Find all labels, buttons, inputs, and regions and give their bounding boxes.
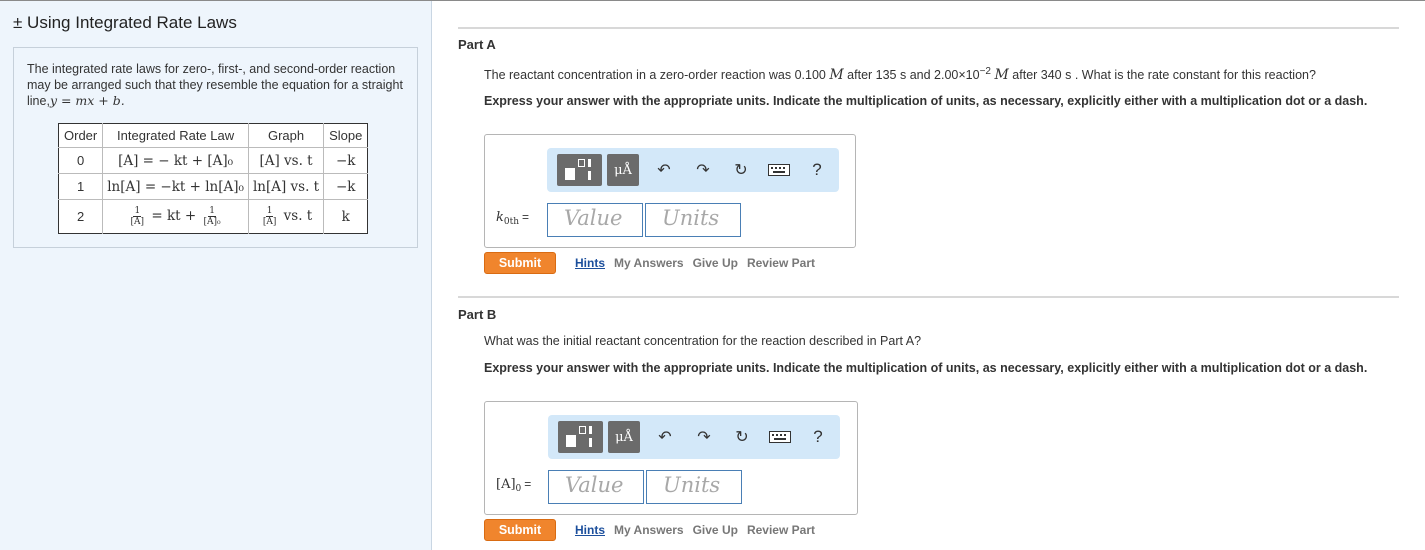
submit-button[interactable]: Submit — [484, 519, 556, 541]
cell-slope: k — [323, 199, 368, 234]
part-a-links: Hints My Answers Give Up Review Part — [575, 256, 824, 270]
cell-law: ln[A] = −kt + ln[A]₀ — [102, 173, 249, 200]
page-title: ± Using Integrated Rate Laws — [13, 13, 237, 32]
cell-order: 0 — [58, 147, 103, 174]
header-graph: Graph — [247, 123, 324, 148]
keyboard-icon[interactable] — [767, 159, 791, 181]
undo-icon[interactable]: ↶ — [653, 426, 677, 448]
part-a-question: The reactant concentration in a zero-ord… — [484, 66, 1316, 84]
table-row: 1 ln[A] = −kt + ln[A]₀ ln[A] vs. t −k — [58, 173, 368, 200]
table-header-row: Order Integrated Rate Law Graph Slope — [58, 123, 368, 148]
part-a-divider — [458, 27, 1399, 29]
cell-slope: −k — [323, 173, 368, 200]
intro-text: The integrated rate laws for zero-, firs… — [27, 62, 403, 108]
keyboard-icon[interactable] — [768, 426, 792, 448]
redo-icon[interactable]: ↷ — [692, 426, 716, 448]
cell-graph: ln[A] vs. t — [247, 173, 324, 200]
header-order: Order — [58, 123, 103, 148]
math-toolbar: μÅ ↶ ↷ ↻ ? — [548, 415, 840, 459]
cell-graph: 1 [A] vs. t — [247, 199, 324, 234]
undo-icon[interactable]: ↶ — [652, 159, 676, 181]
fraction: 1 [A]₀ — [203, 206, 221, 227]
cell-law: 1 [A] = kt + 1 [A]₀ — [102, 199, 249, 234]
part-b-question: What was the initial reactant concentrat… — [484, 334, 922, 348]
math-toolbar: μÅ ↶ ↷ ↻ ? — [547, 148, 839, 192]
hints-link[interactable]: Hints — [575, 523, 605, 537]
part-a-label: Part A — [458, 37, 496, 52]
rate-law-table: Order Integrated Rate Law Graph Slope 0 … — [58, 123, 369, 234]
part-b-instruction: Express your answer with the appropriate… — [484, 361, 1368, 375]
review-part-link[interactable]: Review Part — [747, 256, 815, 270]
table-row: 2 1 [A] = kt + 1 [A]₀ 1 [A] vs. t k — [58, 199, 368, 234]
part-b-label: Part B — [458, 307, 497, 322]
intro-box: The integrated rate laws for zero-, firs… — [13, 47, 418, 248]
cell-order: 2 — [58, 199, 103, 234]
units-input[interactable]: Units — [646, 470, 742, 504]
line-equation: y = mx + b. — [49, 93, 125, 108]
submit-button[interactable]: Submit — [484, 252, 556, 274]
fraction: 1 [A] — [130, 206, 145, 227]
cell-slope: −k — [323, 147, 368, 174]
header-slope: Slope — [323, 123, 368, 148]
reset-icon[interactable]: ↻ — [730, 426, 754, 448]
give-up-link[interactable]: Give Up — [693, 523, 738, 537]
answer-label: k0th = — [496, 210, 530, 227]
my-answers-link[interactable]: My Answers — [614, 256, 684, 270]
units-input[interactable]: Units — [645, 203, 741, 237]
part-b-answer-box: μÅ ↶ ↷ ↻ ? [A]0 = Value Units — [484, 401, 858, 515]
part-b-links: Hints My Answers Give Up Review Part — [575, 523, 824, 537]
fraction: 1 [A] — [262, 206, 277, 227]
my-answers-link[interactable]: My Answers — [614, 523, 684, 537]
part-b-divider — [458, 296, 1399, 298]
cell-graph: [A] vs. t — [247, 147, 324, 174]
templates-icon[interactable] — [557, 154, 602, 186]
help-icon[interactable]: ? — [806, 426, 830, 448]
review-part-link[interactable]: Review Part — [747, 523, 815, 537]
part-a-answer-box: μÅ ↶ ↷ ↻ ? k0th = Value Units — [484, 134, 856, 248]
cell-order: 1 — [58, 173, 103, 200]
give-up-link[interactable]: Give Up — [693, 256, 738, 270]
templates-icon[interactable] — [558, 421, 603, 453]
units-icon[interactable]: μÅ — [607, 154, 639, 186]
value-input[interactable]: Value — [547, 203, 643, 237]
redo-icon[interactable]: ↷ — [691, 159, 715, 181]
help-icon[interactable]: ? — [805, 159, 829, 181]
reset-icon[interactable]: ↻ — [729, 159, 753, 181]
header-law: Integrated Rate Law — [102, 123, 249, 148]
cell-law: [A] = − kt + [A]₀ — [102, 147, 249, 174]
table-row: 0 [A] = − kt + [A]₀ [A] vs. t −k — [58, 147, 368, 174]
left-panel: ± Using Integrated Rate Laws The integra… — [0, 1, 432, 550]
part-a-instruction: Express your answer with the appropriate… — [484, 94, 1368, 108]
hints-link[interactable]: Hints — [575, 256, 605, 270]
units-icon[interactable]: μÅ — [608, 421, 640, 453]
answer-label: [A]0 = — [496, 477, 532, 494]
value-input[interactable]: Value — [548, 470, 644, 504]
